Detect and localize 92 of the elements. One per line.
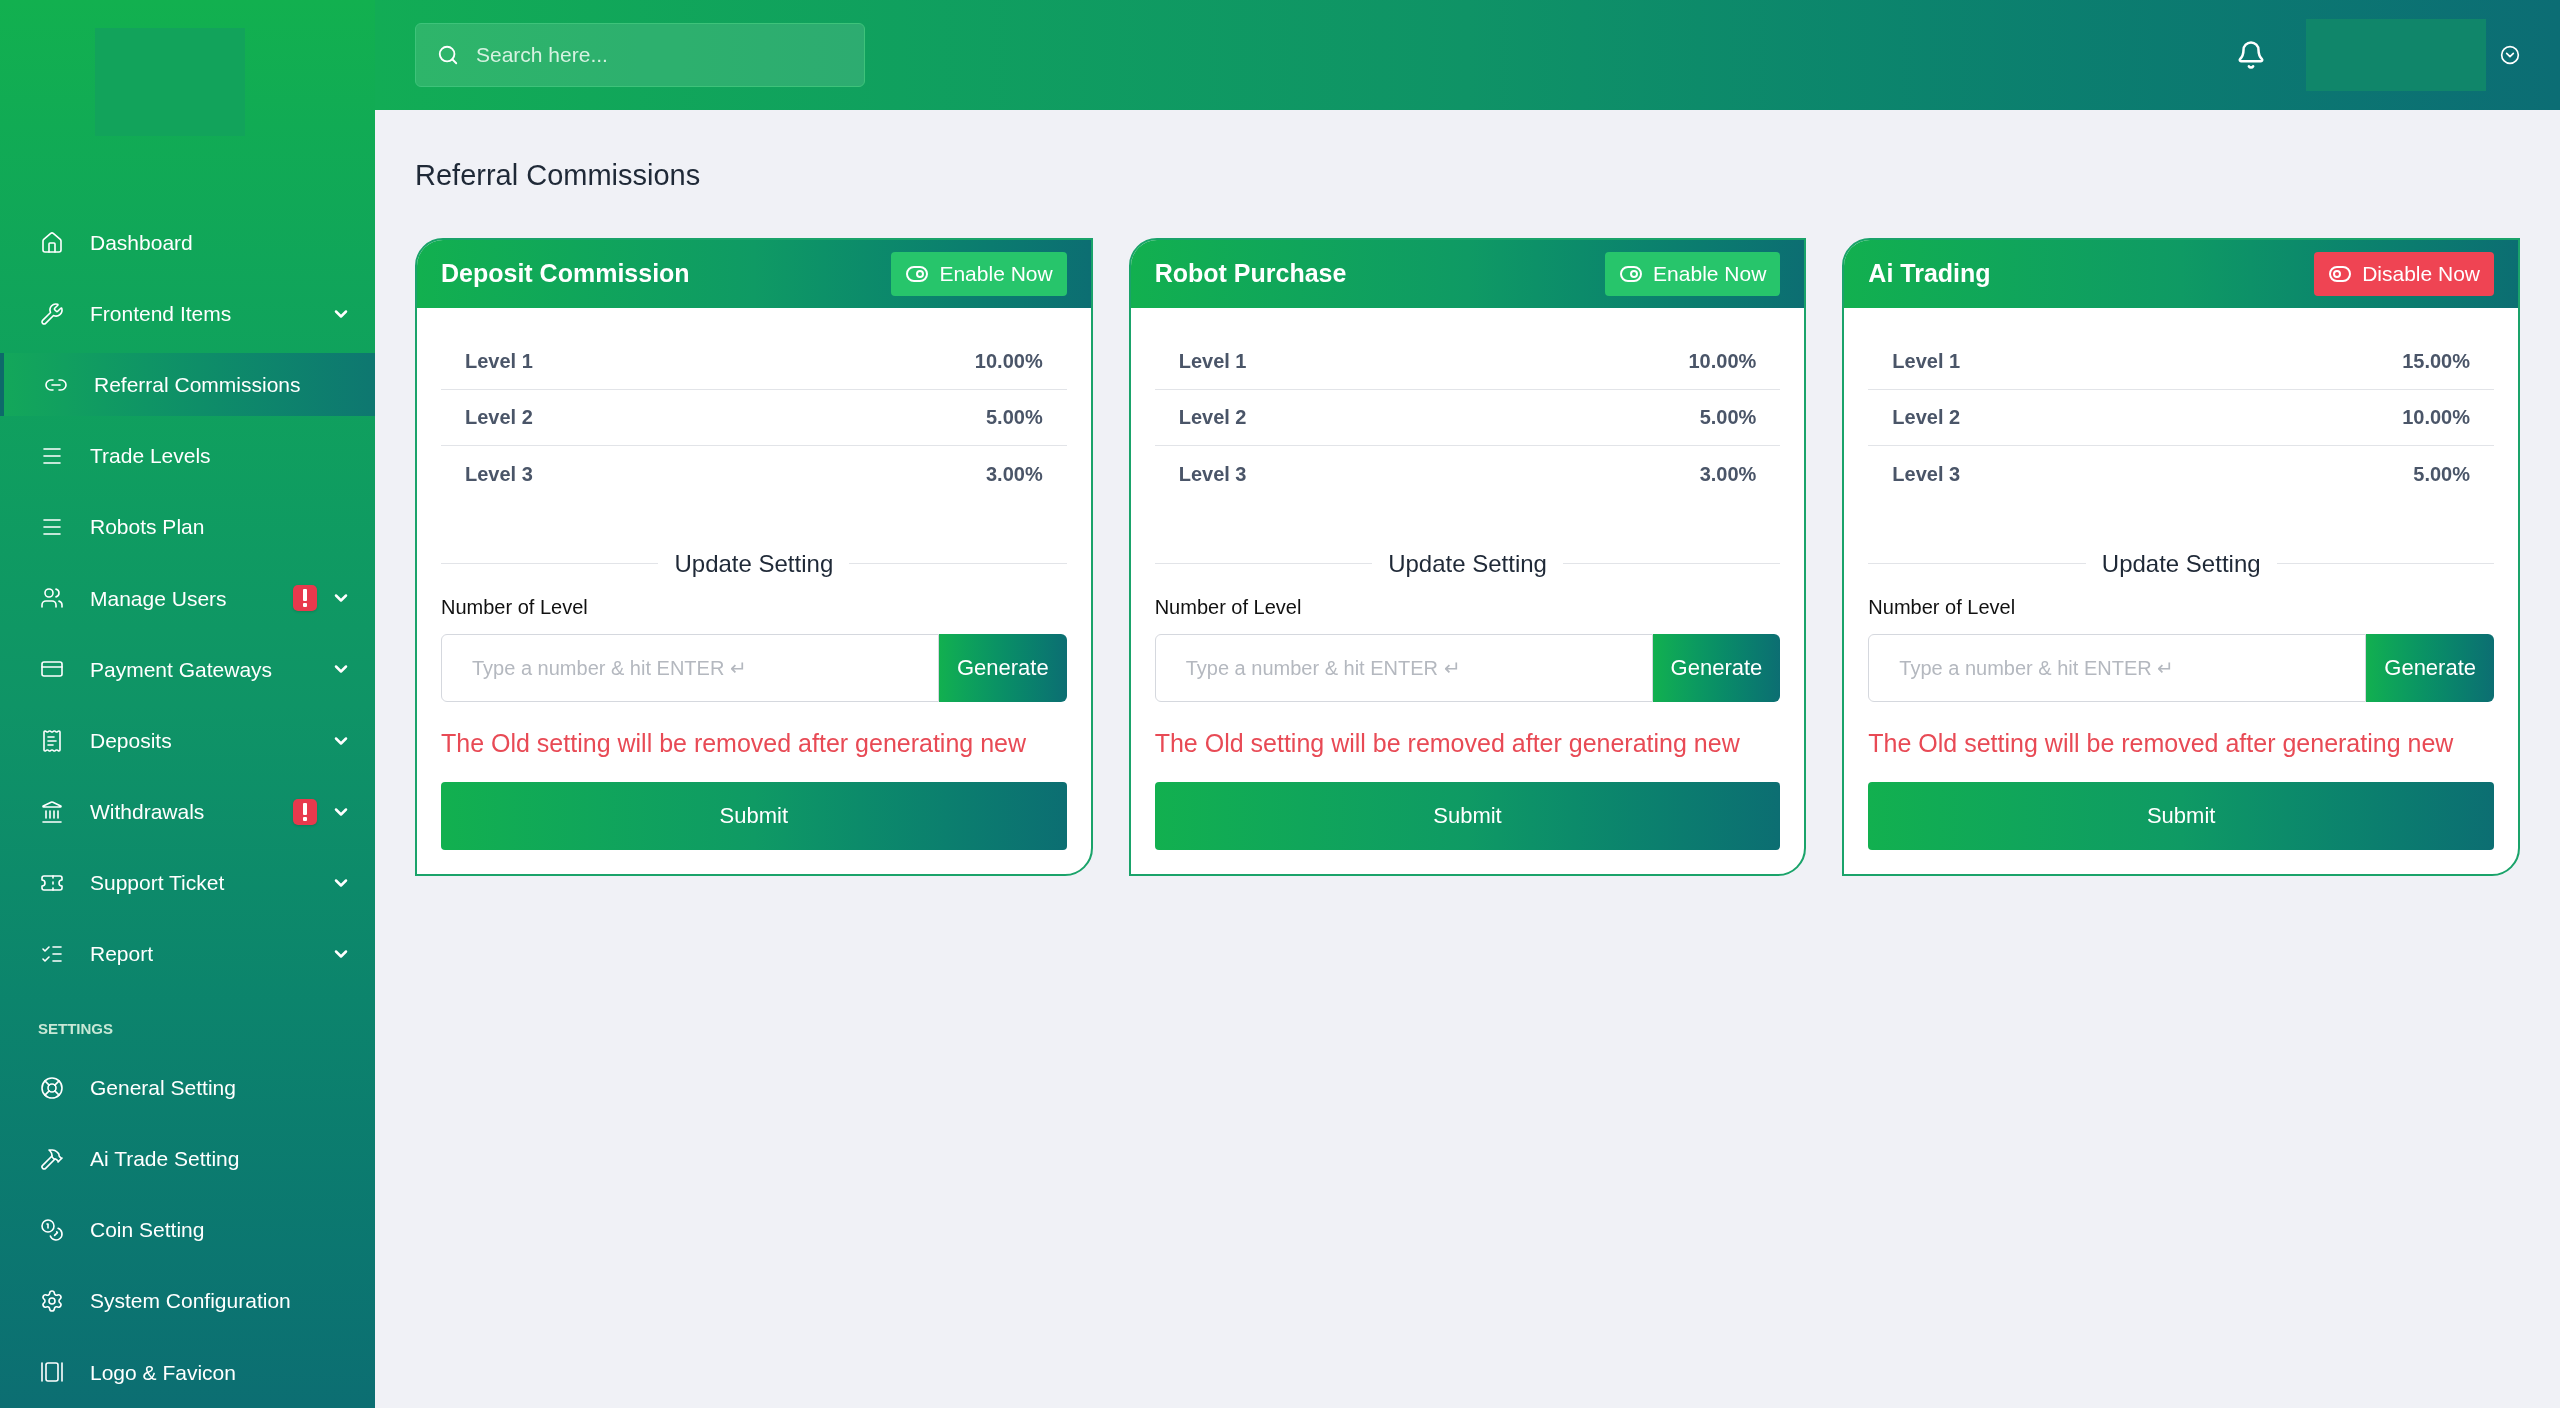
sidebar-item[interactable]: Withdrawals: [0, 780, 375, 844]
sidebar-label: Coin Setting: [90, 1217, 206, 1244]
home-icon: [40, 230, 64, 255]
sidebar-label: Robots Plan: [90, 514, 206, 541]
sidebar-label: Logo & Favicon: [90, 1359, 237, 1386]
level-label: Level 2: [1178, 405, 1247, 430]
card-title: Deposit Commission: [441, 257, 690, 289]
field-label: Number of Level: [441, 594, 589, 620]
hammer-icon: [40, 1146, 64, 1171]
sidebar-label: Withdrawals: [90, 799, 206, 826]
sidebar-item[interactable]: Trade Levels: [0, 424, 375, 488]
sidebar-item[interactable]: Payment Gateways: [0, 637, 375, 702]
level-value: 3.00%: [1699, 461, 1757, 487]
level-label: Level 3: [1892, 461, 1961, 487]
level-value: 3.00%: [985, 461, 1043, 487]
page-title: Referral Commissions: [415, 158, 702, 193]
field-label: Number of Level: [1154, 594, 1303, 620]
sidebar-item[interactable]: Ai Trade Setting: [0, 1127, 375, 1191]
sidebar-label: Manage Users: [90, 585, 228, 612]
sidebar-label: Trade Levels: [90, 443, 212, 470]
tools-icon: [40, 301, 64, 326]
sidebar-item[interactable]: Robots Plan: [0, 495, 375, 559]
submit-button[interactable]: Submit: [1154, 781, 1781, 850]
sidebar-item[interactable]: Coin Setting: [0, 1198, 375, 1262]
warning-text: The Old setting will be removed after generating new: [441, 727, 1028, 759]
section-label: SETTINGS: [37, 1018, 114, 1039]
dropdown-icon[interactable]: [2500, 45, 2520, 65]
level-label: Level 2: [1892, 405, 1961, 430]
card-title: Robot Purchase: [1154, 257, 1347, 289]
level-label: Level 1: [1892, 349, 1961, 374]
level-value: 5.00%: [2413, 461, 2470, 487]
submit-button[interactable]: Submit: [1868, 781, 2494, 850]
toggle-button[interactable]: Enable Now: [891, 251, 1067, 296]
level-label: Level 2: [465, 405, 533, 430]
section-title: Update Setting: [1388, 548, 1547, 579]
sidebar-label: Report: [90, 941, 155, 968]
section-title: Update Setting: [2101, 548, 2261, 579]
number-input[interactable]: Type a number & hit ENTER ↵: [1868, 633, 2367, 702]
field-label: Number of Level: [1868, 594, 2017, 620]
coins-icon: [40, 1218, 64, 1243]
sidebar-label: Dashboard: [90, 229, 194, 256]
receipt-icon: [40, 728, 64, 753]
generate-button[interactable]: Generate: [1652, 633, 1781, 702]
level-value: 10.00%: [2402, 405, 2470, 430]
warning-text: The Old setting will be removed after generating new: [1868, 727, 2455, 759]
sidebar-label: Ai Trade Setting: [90, 1146, 241, 1173]
level-value: 15.00%: [2402, 349, 2470, 374]
card-title: Ai Trading: [1868, 257, 1991, 289]
level-value: 10.00%: [1688, 349, 1757, 374]
sidebar-label: Payment Gateways: [90, 656, 274, 683]
lifebuoy-icon: [40, 1075, 64, 1100]
alert-icon: [293, 798, 317, 825]
generate-button[interactable]: Generate: [2366, 633, 2494, 702]
sidebar-item[interactable]: Deposits: [0, 709, 375, 773]
sidebar-label: General Setting: [90, 1075, 237, 1101]
level-label: Level 3: [1178, 461, 1247, 487]
bank-icon: [40, 799, 64, 824]
sidebar-label: Deposits: [90, 727, 173, 754]
level-value: 5.00%: [985, 405, 1043, 430]
alert-icon: [293, 585, 317, 612]
users-icon: [40, 586, 64, 611]
warning-text: The Old setting will be removed after generating new: [1154, 727, 1741, 759]
level-label: Level 1: [1178, 349, 1247, 374]
number-input[interactable]: Type a number & hit ENTER ↵: [1154, 633, 1653, 702]
sidebar-label: Frontend Items: [90, 300, 233, 327]
level-value: 5.00%: [1699, 405, 1757, 430]
toggle-button[interactable]: Disable Now: [2314, 251, 2494, 296]
sidebar-item[interactable]: Support Ticket: [0, 851, 375, 915]
sidebar-item[interactable]: Dashboard: [0, 210, 375, 275]
sidebar-item[interactable]: Logo & Favicon: [0, 1340, 375, 1404]
notification-bell-icon[interactable]: [2236, 40, 2266, 70]
generate-button[interactable]: Generate: [938, 633, 1067, 702]
toggle-button[interactable]: Enable Now: [1605, 251, 1781, 296]
section-title: Update Setting: [674, 548, 834, 579]
submit-button[interactable]: Submit: [441, 781, 1067, 850]
level-value: 10.00%: [974, 349, 1043, 374]
sidebar-label: Referral Commissions: [94, 372, 302, 399]
search-field[interactable]: Search here...: [415, 23, 865, 87]
settings-icon: [40, 1289, 64, 1314]
number-input[interactable]: Type a number & hit ENTER ↵: [441, 633, 939, 702]
sidebar-label: Support Ticket: [90, 870, 226, 897]
images-icon: [40, 1360, 64, 1385]
search-icon: [437, 44, 459, 66]
sidebar-item[interactable]: Frontend Items: [0, 282, 375, 346]
sidebar-item[interactable]: Report: [0, 922, 375, 986]
sidebar-item[interactable]: System Configuration: [0, 1269, 375, 1333]
sidebar-item[interactable]: Manage Users: [0, 566, 375, 630]
sidebar-label: System Configuration: [90, 1288, 292, 1315]
sidebar-item[interactable]: General Setting: [0, 1056, 375, 1120]
level-label: Level 1: [465, 349, 533, 374]
sidebar-item[interactable]: Referral Commissions: [0, 353, 375, 417]
level-label: Level 3: [465, 461, 533, 487]
